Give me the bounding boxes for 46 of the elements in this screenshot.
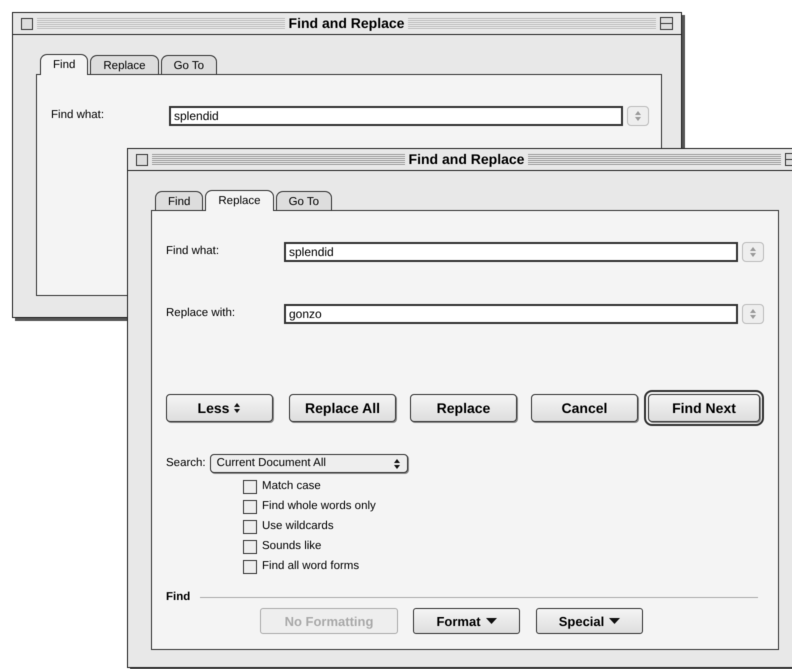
caret-icon: [609, 617, 620, 626]
checkbox[interactable]: [243, 500, 257, 514]
checkbox[interactable]: [243, 520, 257, 534]
input-field[interactable]: splendid: [284, 242, 738, 262]
history-stepper[interactable]: [627, 106, 649, 126]
option-label: Find whole words only: [262, 499, 376, 514]
updown-icon: [749, 246, 757, 258]
option-label: Sounds like: [262, 539, 322, 554]
updown-icon: [749, 308, 757, 320]
tab[interactable]: Go To: [160, 55, 218, 74]
dialog-button[interactable]: Replace All: [289, 394, 396, 422]
option-label: Use wildcards: [262, 519, 334, 534]
field-label: Find what:: [166, 244, 220, 260]
updown-icon: [634, 110, 642, 122]
field-label: Replace with:: [166, 306, 236, 322]
window-title: Find and Replace: [408, 150, 526, 169]
checkbox[interactable]: [243, 540, 257, 554]
collapse-box[interactable]: [660, 17, 674, 30]
input-field[interactable]: splendid: [169, 106, 623, 126]
stepper-icon: [233, 402, 242, 414]
tab[interactable]: Replace: [90, 55, 159, 74]
option-label: Match case: [262, 479, 321, 494]
tab[interactable]: Replace: [205, 190, 274, 211]
tab[interactable]: Go To: [276, 191, 332, 210]
dialog-button[interactable]: Replace: [410, 394, 517, 422]
history-stepper[interactable]: [742, 304, 764, 324]
checkbox[interactable]: [243, 480, 257, 494]
search-label: Search:: [166, 456, 206, 471]
window-title: Find and Replace: [288, 14, 406, 33]
tab[interactable]: Find: [155, 191, 204, 210]
caret-icon: [486, 617, 497, 626]
option-label: Find all word forms: [262, 559, 360, 574]
search-dropdown[interactable]: Current Document All: [210, 454, 408, 473]
close-box[interactable]: [21, 18, 33, 30]
input-field[interactable]: gonzo: [284, 304, 738, 324]
format-button[interactable]: Format: [413, 608, 520, 634]
tab[interactable]: Find: [40, 54, 88, 75]
dialog-button[interactable]: Less: [166, 394, 273, 422]
close-box[interactable]: [136, 154, 148, 166]
checkbox[interactable]: [243, 560, 257, 574]
dialog-button[interactable]: Cancel: [531, 394, 638, 422]
history-stepper[interactable]: [742, 242, 764, 262]
field-label: Find what:: [51, 108, 106, 124]
updown-icon: [392, 458, 401, 470]
format-button[interactable]: Special: [536, 608, 643, 634]
section-title: Find: [166, 590, 190, 605]
